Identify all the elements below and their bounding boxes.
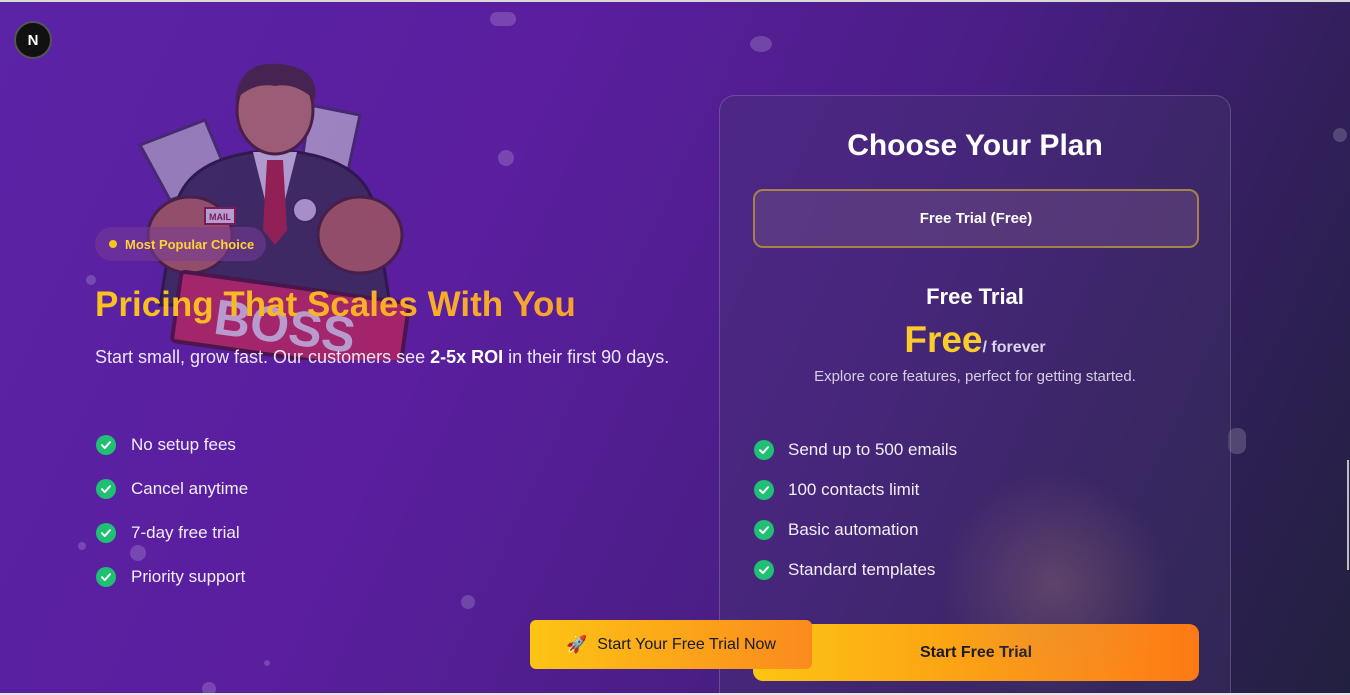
decor-dot [1333,128,1347,142]
decor-dot [86,275,96,285]
list-item: Cancel anytime [96,467,248,511]
list-item: Basic automation [754,510,957,550]
start-trial-now-button[interactable]: 🚀 Start Your Free Trial Now [530,620,812,669]
list-item: 7-day free trial [96,511,248,555]
badge-label: Most Popular Choice [125,236,255,252]
plan-selector[interactable]: Free Trial (Free) [753,189,1199,248]
decor-dot [461,595,475,609]
app-logo-badge[interactable]: N [14,21,52,59]
decor-dot [498,150,514,166]
start-trial-now-label: Start Your Free Trial Now [597,635,776,653]
rocket-icon: 🚀 [566,634,588,654]
plan-feature-label: Standard templates [788,560,936,579]
decor-dot [490,12,516,26]
check-circle-icon [96,479,116,499]
hero-subtitle-start: Start small, grow fast. Our customers se… [95,347,431,367]
feature-label: 7-day free trial [131,523,240,542]
feature-label: Cancel anytime [131,479,249,498]
decor-dot [750,36,772,52]
feature-label: Priority support [131,567,246,586]
plan-description: Explore core features, perfect for getti… [814,368,1136,385]
hero-subtitle-roi: 2-5x ROI [430,347,504,367]
check-circle-icon [754,440,774,460]
check-circle-icon [96,523,116,543]
check-circle-icon [96,567,116,587]
hero-subtitle: Start small, grow fast. Our customers se… [95,343,675,371]
list-item: Send up to 500 emails [754,430,957,470]
list-item: No setup fees [96,423,248,467]
plan-card-title: Choose Your Plan [847,129,1103,162]
badge-dot-icon [109,240,117,248]
decor-dot [78,542,86,550]
hero-title: Pricing That Scales With You [95,285,576,324]
plan-name: Free Trial [926,284,1024,309]
check-circle-icon [754,520,774,540]
plan-feature-label: Send up to 500 emails [788,440,958,459]
price-row: Free/ forever [720,319,1230,361]
plan-feature-list: Send up to 500 emails 100 contacts limit… [754,430,957,590]
check-circle-icon [754,480,774,500]
feature-label: No setup fees [131,435,236,454]
scrollbar[interactable] [1347,460,1349,570]
list-item: 100 contacts limit [754,470,957,510]
window-top-border [0,0,1350,2]
check-circle-icon [96,435,116,455]
plan-price: Free [904,319,983,360]
mascot-envelope-text: MAIL [209,212,231,222]
plan-period: / forever [982,339,1046,356]
hero-subtitle-end: in their first 90 days. [503,347,670,367]
check-circle-icon [754,560,774,580]
list-item: Standard templates [754,550,957,590]
most-popular-badge: Most Popular Choice [95,227,267,261]
decor-dot [264,660,270,666]
plan-feature-label: 100 contacts limit [788,480,920,499]
plan-feature-label: Basic automation [788,520,919,539]
decor-glow [940,470,1170,695]
hero-feature-list: No setup fees Cancel anytime 7-day free … [96,423,248,599]
list-item: Priority support [96,555,248,599]
